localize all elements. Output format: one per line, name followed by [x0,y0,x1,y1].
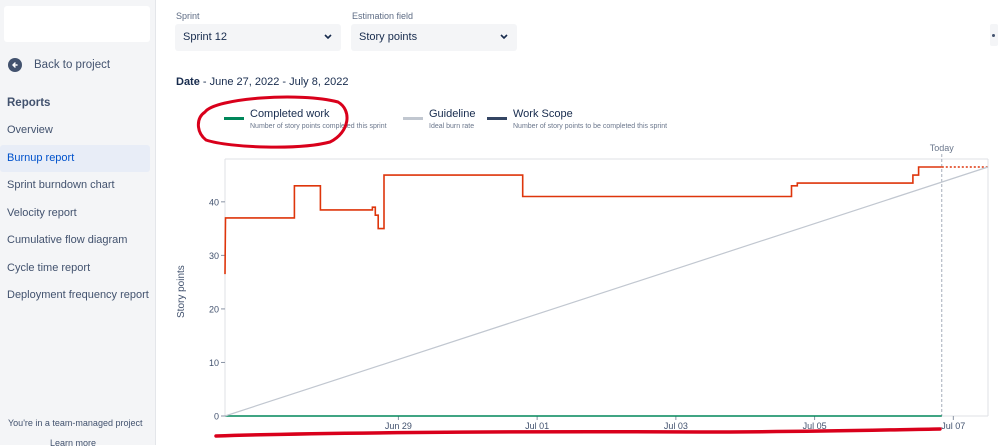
legend-swatch-scope [487,117,507,120]
sidebar-item-burnup-report[interactable]: Burnup report [0,145,150,172]
legend-title: Work Scope [513,108,573,120]
series-work-scope [224,166,942,275]
date-range: Date - June 27, 2022 - July 8, 2022 [176,76,348,88]
legend-description: Ideal burn rate [429,123,475,130]
date-range-value: - June 27, 2022 - July 8, 2022 [199,76,349,88]
sidebar-header-area [4,6,150,42]
y-tick-label: 40 [209,197,219,207]
learn-more-link[interactable]: Learn more [50,438,96,448]
sprint-field-label: Sprint [176,11,200,21]
legend-description: Number of story points completed this sp… [250,123,387,130]
y-tick-label: 30 [209,251,219,261]
date-label: Date [176,76,200,88]
y-axis-label: Story points [176,265,187,318]
y-tick-label: 10 [209,358,219,368]
team-managed-note: You're in a team-managed project [8,418,143,428]
sidebar-heading-reports: Reports [7,97,51,109]
back-link-label: Back to project [34,59,111,71]
sidebar-item-overview[interactable]: Overview [0,117,150,144]
sprint-select[interactable]: Sprint 12 [175,24,341,51]
estimation-select-value: Story points [359,31,418,43]
annotation-underline [214,427,942,438]
sidebar: Back to project Reports Overview Burnup … [0,0,156,448]
y-tick-label: 20 [209,304,219,314]
estimation-field-label: Estimation field [352,11,414,21]
legend-title: Completed work [250,108,330,120]
estimation-select[interactable]: Story points [351,24,517,51]
x-tick-label: Jul 07 [941,421,965,431]
legend-swatch-guideline [403,117,423,120]
sidebar-item-cumulative-flow-diagram[interactable]: Cumulative flow diagram [0,227,150,254]
x-tick-label: Jun 29 [385,421,412,431]
sidebar-item-sprint-burndown-chart[interactable]: Sprint burndown chart [0,172,150,199]
legend-title: Guideline [429,108,476,120]
series-guideline [224,166,989,417]
more-dots-icon [992,34,995,37]
today-label: Today [930,143,955,153]
x-tick-label: Jul 01 [525,421,549,431]
legend-description: Number of story points to be completed t… [513,123,668,130]
x-tick-label: Jul 03 [664,421,688,431]
back-arrow-icon [8,58,22,72]
sidebar-item-deployment-frequency-report[interactable]: Deployment frequency report [0,282,150,309]
more-options-button[interactable] [990,24,998,46]
sidebar-item-cycle-time-report[interactable]: Cycle time report [0,255,150,282]
sidebar-item-velocity-report[interactable]: Velocity report [0,200,150,227]
x-tick-label: Jul 05 [803,421,827,431]
sprint-select-value: Sprint 12 [183,31,228,43]
chevron-down-icon [324,34,332,40]
y-tick-label: 0 [214,412,219,422]
chevron-down-icon [500,34,508,40]
legend-swatch-completed [224,117,244,120]
back-to-project-link[interactable]: Back to project [8,58,110,72]
